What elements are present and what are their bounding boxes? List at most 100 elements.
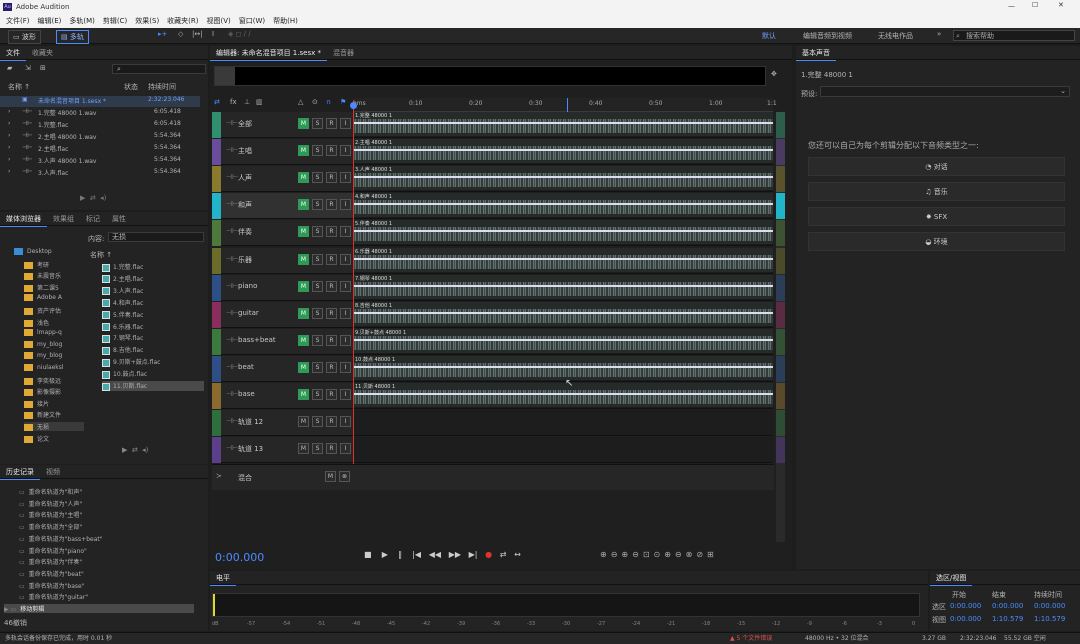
track-name[interactable]: 主唱 <box>238 146 252 156</box>
record-arm-button[interactable]: R <box>326 307 337 319</box>
track-header[interactable]: ⊣⊢ 轨道 12 M S R I <box>212 410 353 437</box>
solo-button[interactable]: S <box>312 280 323 292</box>
track-header[interactable]: ⊣⊢ 人声 M S R I <box>212 166 353 193</box>
file-row[interactable]: ▣ 未命名混音项目 1.sesx * 2:32:23.046 <box>0 96 200 107</box>
record-arm-button[interactable]: R <box>326 226 337 238</box>
tab-markers[interactable]: 标记 <box>80 212 106 226</box>
mute-button[interactable]: M <box>298 172 309 184</box>
zoom-out-time-icon[interactable]: ⊖ <box>632 550 643 559</box>
record-arm-button[interactable]: R <box>326 416 337 428</box>
mute-button[interactable]: M <box>298 226 309 238</box>
media-file-item[interactable]: 1.完整.flac <box>102 262 204 272</box>
monitor-button[interactable]: I <box>340 145 351 157</box>
play-icon[interactable]: ▶ <box>382 550 388 559</box>
menu-view[interactable]: 视图(V) <box>203 14 235 28</box>
view-end[interactable]: 1:10.579 <box>992 615 1023 623</box>
filter-search-input[interactable]: ⌕ <box>112 64 206 74</box>
selection-start[interactable]: 0:00.000 <box>950 602 981 610</box>
track-header[interactable]: ⊣⊢ 伴奏 M S R I <box>212 220 353 247</box>
folder-item[interactable]: 考研 <box>24 260 84 269</box>
tab-video[interactable]: 视频 <box>40 465 66 479</box>
menu-file[interactable]: 文件(F) <box>2 14 34 28</box>
fx-icon[interactable]: fx <box>230 98 237 106</box>
track-name[interactable]: guitar <box>238 309 259 317</box>
type-sfx-button[interactable]: ✸ SFX <box>808 207 1065 226</box>
brush-tool-icon[interactable]: ◈ ◻ ∕ ∕ <box>228 30 251 38</box>
time-ruler[interactable]: hms 0:10 0:20 0:30 0:40 0:50 1:00 1:1 <box>353 98 777 112</box>
solo-button[interactable]: S <box>312 253 323 265</box>
tab-editor[interactable]: 编辑器: 未命名混音项目 1.sesx * <box>210 46 327 61</box>
menu-clip[interactable]: 剪辑(C) <box>99 14 131 28</box>
media-file-item[interactable]: 7.钢琴.flac <box>102 333 204 343</box>
monitor-button[interactable]: I <box>340 361 351 373</box>
tab-media-browser[interactable]: 媒体浏览器 <box>0 212 47 227</box>
folder-item[interactable]: 论文 <box>24 434 84 443</box>
import-icon[interactable]: ⇲ <box>25 64 31 72</box>
menu-help[interactable]: 帮助(H) <box>269 14 302 28</box>
track-header[interactable]: ⊣⊢ bass+beat M S R I <box>212 328 353 355</box>
track-name[interactable]: 乐器 <box>238 255 252 265</box>
menu-effects[interactable]: 效果(S) <box>131 14 163 28</box>
track-lane[interactable] <box>353 410 773 437</box>
selection-duration[interactable]: 0:00.000 <box>1034 602 1065 610</box>
monitor-button[interactable]: I <box>340 443 351 455</box>
solo-button[interactable]: S <box>312 226 323 238</box>
headphones-icon[interactable]: ∩ <box>326 98 331 106</box>
mute-button[interactable]: M <box>298 334 309 346</box>
track-name[interactable]: piano <box>238 282 257 290</box>
track-name[interactable]: 轨道 13 <box>238 444 263 454</box>
master-solo-button[interactable]: ⊗ <box>339 471 350 482</box>
phase-icon[interactable]: ⊙ <box>312 98 318 106</box>
pause-icon[interactable]: ‖ <box>398 550 402 559</box>
history-item[interactable]: ▭ 重命名轨道为"guitar" <box>19 592 88 601</box>
skip-start-icon[interactable]: |◀ <box>412 550 421 559</box>
folder-item[interactable]: 未震音乐 <box>24 271 84 281</box>
history-item[interactable]: ▭ 重命名轨道为"伴奏" <box>19 557 82 566</box>
record-arm-button[interactable]: R <box>326 389 337 400</box>
track-lane[interactable] <box>353 437 773 464</box>
monitor-button[interactable]: I <box>340 253 351 265</box>
mute-button[interactable]: M <box>298 280 309 292</box>
solo-button[interactable]: S <box>312 443 323 455</box>
menu-window[interactable]: 窗口(W) <box>235 14 269 28</box>
monitor-button[interactable]: I <box>340 118 351 129</box>
track-lane[interactable]: 2.主唱 48000 1 <box>353 139 773 166</box>
tab-selection-view[interactable]: 选区/视图 <box>930 571 973 586</box>
track-lane[interactable]: 7.钢琴 48000 1 <box>353 274 773 301</box>
track-name[interactable]: beat <box>238 363 254 371</box>
media-file-item[interactable]: 10.鼓点.flac <box>102 369 204 379</box>
monitor-button[interactable]: I <box>340 334 351 346</box>
track-lane[interactable]: 4.和声 48000 1 <box>353 193 773 220</box>
folder-item[interactable]: lmapp-q <box>24 329 84 337</box>
selection-end[interactable]: 0:00.000 <box>992 602 1023 610</box>
record-arm-button[interactable]: R <box>326 118 337 129</box>
track-lane[interactable]: 5.伴奏 48000 1 <box>353 220 773 247</box>
audio-clip[interactable]: 8.吉他 48000 1 <box>353 301 773 326</box>
file-row[interactable]: › ⊣⊢ 3.人声 48000 1.wav 5:54.364 <box>0 156 200 167</box>
mute-button[interactable]: M <box>298 253 309 265</box>
audio-clip[interactable]: 4.和声 48000 1 <box>353 193 773 218</box>
audio-clip[interactable]: 1.完整 48000 1 <box>353 112 773 136</box>
audio-clip[interactable]: 10.鼓点 48000 1 <box>353 355 773 380</box>
mute-button[interactable]: M <box>298 389 309 400</box>
master-mute-button[interactable]: M <box>325 471 336 482</box>
time-select-icon[interactable]: |↔| <box>192 30 203 38</box>
history-item[interactable]: ▭ 重命名轨道为"人声" <box>19 499 82 508</box>
tab-files[interactable]: 文件 <box>0 46 26 61</box>
menu-edit[interactable]: 编辑(E) <box>34 14 66 28</box>
menu-favorites[interactable]: 收藏夹(R) <box>163 14 202 28</box>
folder-item[interactable]: 第二课5 <box>24 283 84 292</box>
record-arm-button[interactable]: R <box>326 361 337 373</box>
sends-icon[interactable]: ⊥ <box>244 98 250 106</box>
track-name[interactable]: 和声 <box>238 200 252 210</box>
more-workspaces-icon[interactable]: » <box>937 30 941 38</box>
monitor-button[interactable]: I <box>340 226 351 238</box>
view-duration[interactable]: 1:10.579 <box>1034 615 1065 623</box>
workspace-default[interactable]: 默认 <box>762 31 776 41</box>
file-row[interactable]: › ⊣⊢ 1.完整 48000 1.wav 6:05.418 <box>0 108 200 119</box>
help-search-input[interactable]: ⌕ 搜索帮助 <box>953 30 1075 41</box>
folder-item[interactable]: my_blog <box>24 352 84 360</box>
media-file-item[interactable]: 6.乐器.flac <box>102 322 204 331</box>
skip-end-icon[interactable]: ▶| <box>469 550 478 559</box>
audio-clip[interactable]: 5.伴奏 48000 1 <box>353 220 773 245</box>
